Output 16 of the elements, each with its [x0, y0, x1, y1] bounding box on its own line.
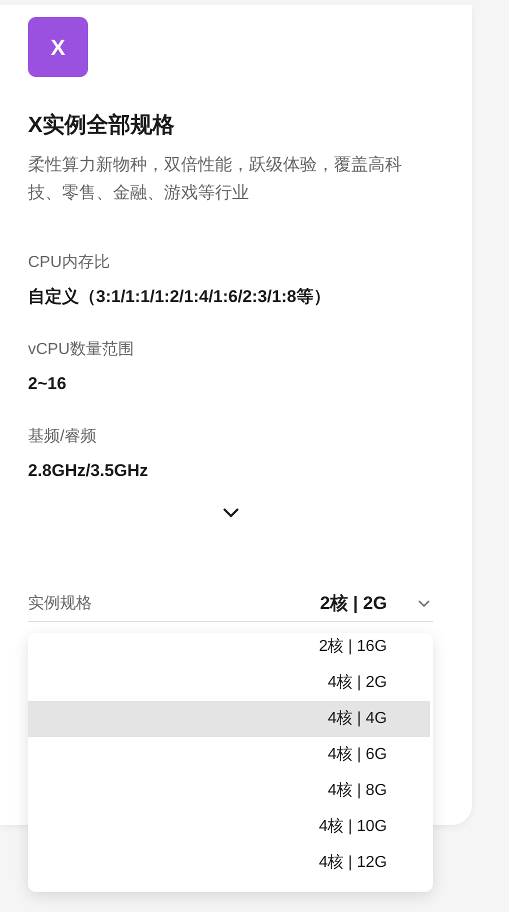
spec-label: 基频/睿频 [28, 426, 98, 447]
spec-value: 2.8GHz/3.5GHz [28, 460, 149, 482]
chevron-down-icon[interactable] [222, 506, 240, 518]
select-label: 实例规格 [28, 594, 92, 614]
dropdown-option[interactable]: 4核 | 4G [28, 701, 430, 737]
card-description: 柔性算力新物种，双倍性能，跃级体验，覆盖高科技、零售、金融、游戏等行业 [28, 154, 403, 204]
select-value: 2核 | 2G [320, 592, 387, 615]
chevron-down-icon [417, 598, 431, 608]
dropdown-option[interactable]: 2核 | 16G [28, 633, 430, 665]
spec-value: 自定义（3:1/1:1/1:2/1:4/1:6/2:3/1:8等） [28, 286, 332, 308]
spec-value: 2~16 [28, 373, 68, 395]
logo-icon: X [28, 17, 88, 77]
card-title: X实例全部规格 [28, 111, 176, 139]
spec-label: vCPU数量范围 [28, 340, 135, 360]
spec-label: CPU内存比 [28, 252, 111, 273]
instance-spec-select[interactable]: 实例规格 2核 | 2G [28, 586, 433, 622]
